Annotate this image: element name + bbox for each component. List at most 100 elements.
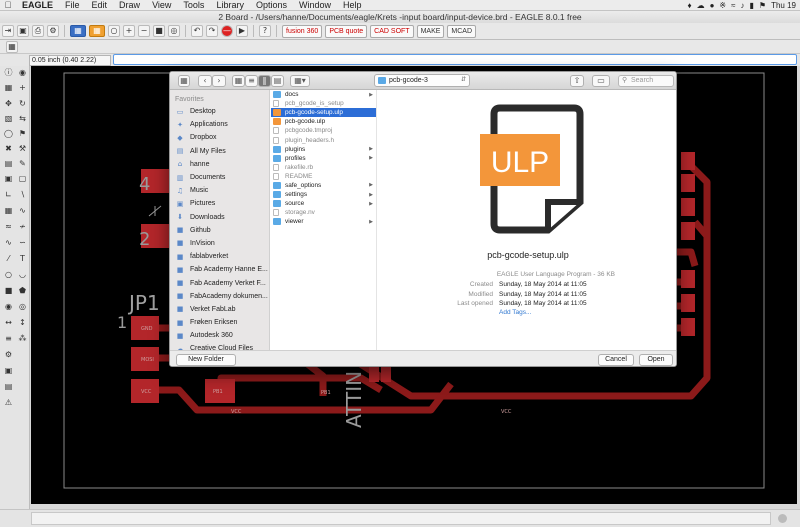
sidebar-item[interactable]: ■ Fab Academy Verket F...	[170, 276, 269, 289]
new-folder-button[interactable]: New Folder	[176, 354, 236, 366]
file-row[interactable]: source ▶	[271, 199, 376, 208]
board-icon[interactable]: ▦	[89, 25, 105, 37]
sidebar-item[interactable]: ☁ Creative Cloud Files	[170, 342, 269, 350]
ripup-icon[interactable]: ≁	[18, 222, 27, 231]
sidebar-item[interactable]: ✦ Applications	[170, 118, 269, 131]
add-tags-link[interactable]: Add Tags...	[499, 309, 531, 316]
smash-icon[interactable]: ▢	[18, 174, 27, 183]
open-icon[interactable]: ⇥	[2, 25, 14, 37]
copy-icon[interactable]: ▧	[4, 114, 13, 123]
show-icon[interactable]: ◉	[18, 68, 27, 77]
sidebar-item[interactable]: ♫ Music	[170, 184, 269, 197]
file-row[interactable]: plugins ▶	[271, 145, 376, 154]
sidebar-item[interactable]: ■ InVision	[170, 237, 269, 250]
sidebar-item[interactable]: ■ Autodesk 360	[170, 329, 269, 342]
zoom-select-icon[interactable]: ■	[153, 25, 165, 37]
arrange-button[interactable]: ▦▾	[290, 75, 310, 87]
icon-view-button[interactable]: ▦	[232, 75, 245, 87]
sidebar-item[interactable]: ■ Github	[170, 224, 269, 237]
move-icon[interactable]: ✥	[4, 99, 13, 108]
wifi-icon[interactable]: ≈	[731, 1, 735, 10]
tags-button[interactable]: ▭	[592, 75, 610, 87]
paste-icon[interactable]: ▤	[4, 159, 13, 168]
sidebar-toggle-icon[interactable]: ▦	[178, 75, 190, 87]
cam-processor-icon[interactable]: ⚙	[4, 350, 13, 359]
sidebar-item[interactable]: ■ Verket FabLab	[170, 303, 269, 316]
mcad-button[interactable]: MCAD	[447, 24, 477, 38]
search-input[interactable]: ⚲ Search	[618, 75, 674, 87]
file-row[interactable]: profiles ▶	[271, 154, 376, 163]
share-button[interactable]: ⇧	[570, 75, 584, 87]
file-row[interactable]: settings ▶	[271, 190, 376, 199]
file-row[interactable]: README	[271, 172, 376, 181]
volume-icon[interactable]: ♪	[741, 1, 745, 10]
circle-icon[interactable]: ○	[4, 270, 13, 279]
cancel-button[interactable]: Cancel	[598, 354, 634, 366]
dimension-icon[interactable]: ↔	[4, 318, 13, 327]
file-row[interactable]: docs ▶	[271, 90, 376, 99]
measure-icon[interactable]: ↕	[18, 318, 27, 327]
menu-library[interactable]: Library	[210, 0, 250, 10]
forward-button[interactable]: ›	[212, 75, 226, 87]
via-icon[interactable]: ◉	[4, 302, 13, 311]
go-icon[interactable]: ▶	[236, 25, 248, 37]
zoom-out-icon[interactable]: −	[138, 25, 150, 37]
layer-icon[interactable]: ≡	[4, 334, 13, 343]
route-icon[interactable]: ≈	[4, 222, 13, 231]
print-icon[interactable]: ⎙	[32, 25, 44, 37]
file-row[interactable]: storage.nv	[271, 208, 376, 217]
wrench-icon[interactable]: ⚒	[18, 144, 27, 153]
mirror-icon[interactable]: ⇆	[18, 114, 27, 123]
attribute-icon[interactable]: ⁂	[18, 334, 27, 343]
back-button[interactable]: ‹	[198, 75, 212, 87]
save-icon[interactable]: ▣	[17, 25, 29, 37]
rotate-icon[interactable]: ↻	[18, 99, 27, 108]
cloud-status-icon[interactable]: ☁	[697, 1, 705, 10]
menu-edit[interactable]: Edit	[86, 0, 114, 10]
rectangle-icon[interactable]: ■	[4, 286, 13, 295]
ratsnest-icon[interactable]: ∽	[18, 238, 27, 247]
sidebar-item[interactable]: ■ Frøken Eriksen	[170, 316, 269, 329]
apple-menu-icon[interactable]: 	[0, 0, 16, 10]
erc-icon[interactable]: ▤	[4, 382, 13, 391]
file-row[interactable]: pcb-gcode-setup.ulp	[271, 108, 376, 118]
menu-eagle[interactable]: EAGLE	[16, 0, 59, 10]
sidebar-item[interactable]: ▥ Documents	[170, 171, 269, 184]
info-icon[interactable]: ⓘ	[4, 68, 13, 77]
open-button[interactable]: Open	[639, 354, 673, 366]
battery-icon[interactable]: ▮	[750, 1, 754, 10]
status-stop-icon[interactable]	[778, 514, 787, 523]
menu-help[interactable]: Help	[337, 0, 368, 10]
file-row[interactable]: pcb-gcode.ulp	[271, 117, 376, 126]
sidebar-item[interactable]: ▤ All My Files	[170, 145, 269, 158]
menu-file[interactable]: File	[59, 0, 86, 10]
mark-icon[interactable]: +	[18, 83, 27, 92]
sidebar-item[interactable]: ◆ Dropbox	[170, 131, 269, 144]
menu-view[interactable]: View	[146, 0, 177, 10]
sync-status-icon[interactable]: ●	[710, 1, 715, 10]
zoom-in-icon[interactable]: +	[123, 25, 135, 37]
optimize-icon[interactable]: ▦	[4, 206, 13, 215]
file-row[interactable]: viewer ▶	[271, 217, 376, 226]
zoom-fit-icon[interactable]: ○	[108, 25, 120, 37]
location-popup[interactable]: pcb-gcode-3 ⇵	[374, 74, 470, 87]
display-icon[interactable]: ▦	[4, 83, 13, 92]
delete-icon[interactable]: ✖	[4, 144, 13, 153]
menu-tools[interactable]: Tools	[177, 0, 210, 10]
sidebar-item[interactable]: ■ fablabverket	[170, 250, 269, 263]
clock-text[interactable]: Thu 19	[771, 1, 796, 10]
miter-icon[interactable]: ∟	[4, 190, 13, 199]
help-icon[interactable]: ?	[259, 25, 271, 37]
menu-options[interactable]: Options	[250, 0, 293, 10]
schematic-icon[interactable]: ▦	[70, 25, 86, 37]
redo-icon[interactable]: ↷	[206, 25, 218, 37]
sidebar-item[interactable]: ▭ Desktop	[170, 105, 269, 118]
split-icon[interactable]: ∖	[18, 190, 27, 199]
sidebar-item[interactable]: ⬇ Downloads	[170, 211, 269, 224]
group-icon[interactable]: ◯	[4, 129, 13, 138]
grid-icon[interactable]: ▦	[6, 40, 18, 53]
file-row[interactable]: pcb_gcode_is_setup	[271, 99, 376, 108]
file-row[interactable]: rakefile.rb	[271, 163, 376, 172]
lock-icon[interactable]: ▣	[4, 174, 13, 183]
errors-icon[interactable]: ⚠	[4, 398, 13, 407]
